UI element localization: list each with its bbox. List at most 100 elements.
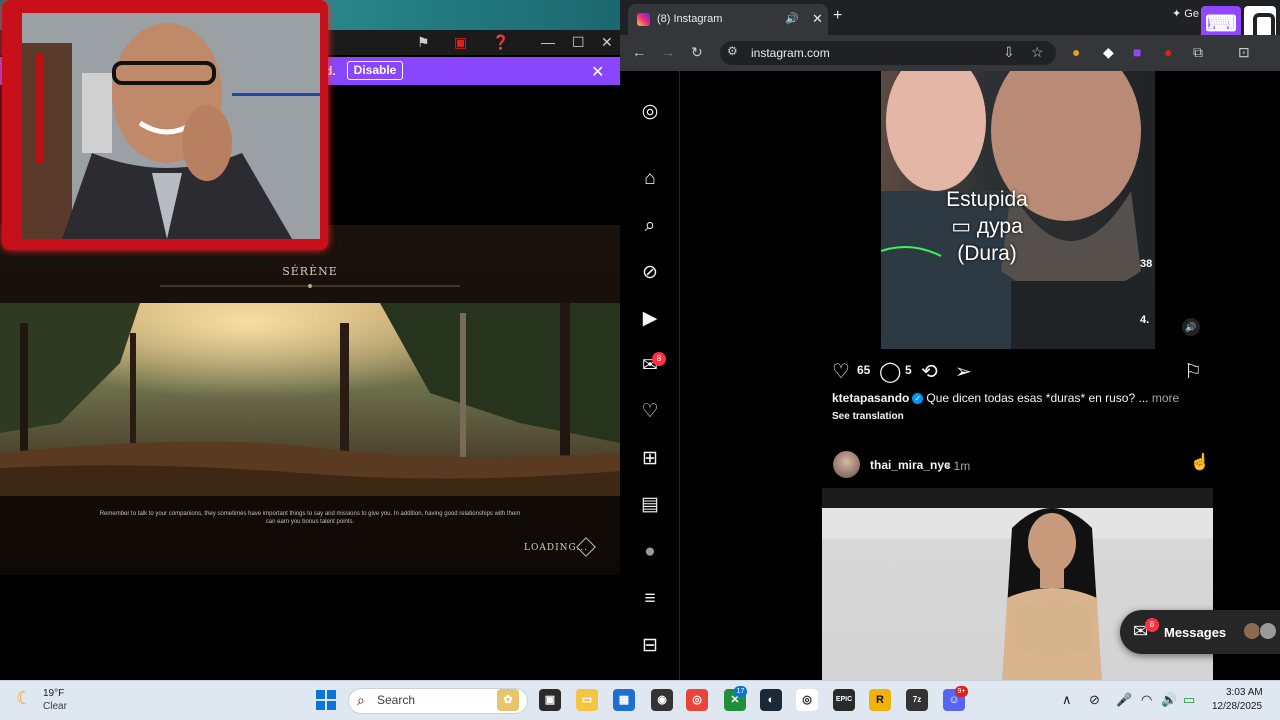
- taskbar: [0, 680, 1280, 720]
- russian-flag-icon: ▭: [951, 215, 972, 238]
- tab-strip: (8) Instagram 🔊 ✕ + ✦ Ge: [620, 0, 1280, 35]
- comment-icon[interactable]: ◯: [879, 359, 901, 384]
- mouse-cursor-icon: ☝: [1190, 454, 1210, 471]
- chrome-icon[interactable]: ◎: [686, 689, 708, 711]
- like-heart-icon[interactable]: ♡: [832, 359, 850, 384]
- epic-games-icon[interactable]: EPIC: [833, 689, 855, 711]
- comment-count: 5: [905, 363, 912, 377]
- post2-photo: [1002, 508, 1102, 680]
- help-icon[interactable]: ❓: [492, 34, 509, 51]
- like-count: 65: [857, 363, 871, 377]
- battery-icon[interactable]: ▭: [1183, 692, 1195, 708]
- maximize-icon[interactable]: ☐: [572, 34, 585, 51]
- notifications-heart-icon[interactable]: ♡: [639, 401, 661, 423]
- reels-icon[interactable]: ▶: [639, 308, 661, 330]
- caption-line-2: ▭ дура: [922, 213, 1052, 240]
- 7zip-icon[interactable]: 7z: [906, 689, 928, 711]
- also-from-meta-icon[interactable]: ⊟: [639, 635, 661, 657]
- post-username[interactable]: ktetapasando: [832, 391, 909, 405]
- minimize-icon[interactable]: —: [541, 34, 555, 50]
- task-view-icon[interactable]: ▣: [539, 689, 561, 711]
- gemini-button[interactable]: ✦ Ge: [1172, 7, 1199, 20]
- save-bookmark-icon[interactable]: ⚐: [1184, 359, 1202, 384]
- home-icon[interactable]: ⌂: [639, 168, 661, 190]
- extension-twitch-icon[interactable]: ■: [1133, 44, 1141, 60]
- wifi-icon[interactable]: ◠: [1141, 692, 1152, 708]
- extension-color-icon[interactable]: ●: [1072, 44, 1080, 60]
- dashboard-icon[interactable]: ▤: [639, 494, 661, 516]
- explore-compass-icon[interactable]: ⊘: [639, 262, 661, 284]
- post2-username[interactable]: thai_mira_nyc: [870, 458, 951, 472]
- new-tab-icon[interactable]: +: [833, 7, 842, 25]
- search-highlight-icon: ✿: [497, 689, 519, 711]
- instagram-logo-icon[interactable]: ◎: [639, 101, 661, 123]
- reel-caption-overlay: Estupida ▭ дура (Dura): [922, 186, 1052, 267]
- clock-time[interactable]: 3:03 AM: [1226, 687, 1263, 698]
- weather-desc: Clear: [43, 701, 67, 712]
- see-translation-link[interactable]: See translation: [832, 411, 904, 422]
- share-icon[interactable]: ➢: [955, 359, 972, 384]
- clock-date[interactable]: 12/28/2025: [1212, 701, 1262, 712]
- more-link[interactable]: more: [1152, 391, 1179, 405]
- volume-icon[interactable]: 🔊: [1161, 692, 1177, 708]
- close-window-icon[interactable]: ✕: [601, 34, 613, 51]
- messenger-badge: 8: [652, 352, 666, 366]
- menu-hamburger-icon[interactable]: ≡: [639, 588, 661, 610]
- bookmark-star-icon[interactable]: ☆: [1031, 44, 1044, 61]
- microsoft-store-icon[interactable]: ▦: [613, 689, 635, 711]
- site-settings-icon[interactable]: ⚙: [727, 44, 738, 58]
- banner-close-icon[interactable]: ✕: [591, 62, 604, 82]
- disable-button[interactable]: Disable: [347, 61, 403, 80]
- post-caption: ktetapasando ✓ Que dicen todas esas *duras…: [832, 391, 1179, 405]
- messages-badge: 8: [1145, 618, 1159, 632]
- side-panel-icon[interactable]: ⊡: [1238, 44, 1250, 61]
- file-explorer-icon[interactable]: ▭: [576, 689, 598, 711]
- rockstar-icon[interactable]: R: [869, 689, 891, 711]
- profile-avatar-icon[interactable]: ●: [639, 541, 661, 563]
- tab-close-icon[interactable]: ✕: [812, 11, 823, 27]
- webcam-overlay: [2, 0, 328, 250]
- message-avatar-2: [1259, 622, 1277, 640]
- tab-instagram[interactable]: (8) Instagram 🔊 ✕: [628, 4, 828, 35]
- extension-diamond-icon[interactable]: ◆: [1103, 44, 1114, 61]
- microphone-icon[interactable]: 🎤: [1116, 692, 1132, 708]
- tab-title: (8) Instagram: [657, 13, 723, 25]
- search-icon[interactable]: ⌕: [639, 215, 661, 237]
- weather-moon-icon[interactable]: ☾: [16, 688, 32, 709]
- tray-app-icon[interactable]: ⊘: [1089, 692, 1100, 708]
- extensions-puzzle-icon[interactable]: ⧉: [1193, 44, 1203, 61]
- post2-timestamp: • 1m: [946, 459, 971, 473]
- xbox-badge: 17: [734, 686, 747, 697]
- reel-side-count-1: 38: [1140, 258, 1153, 270]
- forward-icon[interactable]: →: [661, 44, 675, 60]
- screen: ⚑ ▣ ❓ — ☐ ✕ d. Disable ✕ SÉRÈNE Remember…: [0, 0, 1280, 720]
- tray-overflow-chevron-icon[interactable]: ∧: [1062, 692, 1072, 708]
- extension-red-icon[interactable]: ●: [1164, 44, 1172, 60]
- post2-avatar[interactable]: [833, 451, 860, 478]
- obs-icon[interactable]: ◉: [651, 689, 673, 711]
- area-name: SÉRÈNE: [282, 265, 338, 278]
- caption-line-2-text: дура: [976, 215, 1023, 238]
- install-app-icon[interactable]: ⇩: [1003, 44, 1015, 61]
- audio-toggle-icon[interactable]: 🔊: [1182, 318, 1200, 336]
- streamer-video: [22, 13, 320, 239]
- flag-icon[interactable]: ⚑: [417, 34, 430, 51]
- create-plus-icon[interactable]: ⊞: [639, 448, 661, 470]
- repost-icon[interactable]: ⟲: [921, 359, 938, 384]
- caption-line-3: (Dura): [957, 242, 1017, 265]
- caption-line-1: Estupida: [946, 188, 1028, 211]
- reload-icon[interactable]: ↻: [691, 44, 703, 61]
- back-icon[interactable]: ←: [632, 44, 646, 60]
- reel-side-count-2: 4.: [1140, 314, 1150, 326]
- start-button[interactable]: [316, 690, 336, 710]
- gog-icon[interactable]: ◎: [796, 689, 818, 711]
- verified-badge-icon: ✓: [912, 393, 924, 405]
- post-caption-text: Que dicen todas esas *duras* en ruso? ..…: [926, 391, 1149, 405]
- search-placeholder: Search: [377, 693, 416, 707]
- capture-icon[interactable]: ▣: [454, 34, 467, 51]
- messages-label: Messages: [1164, 625, 1227, 640]
- steam-icon[interactable]: ◐: [760, 689, 782, 711]
- forest-artwork: [0, 303, 620, 496]
- speaker-icon[interactable]: 🔊: [785, 12, 799, 25]
- gemini-label: Ge: [1184, 8, 1199, 20]
